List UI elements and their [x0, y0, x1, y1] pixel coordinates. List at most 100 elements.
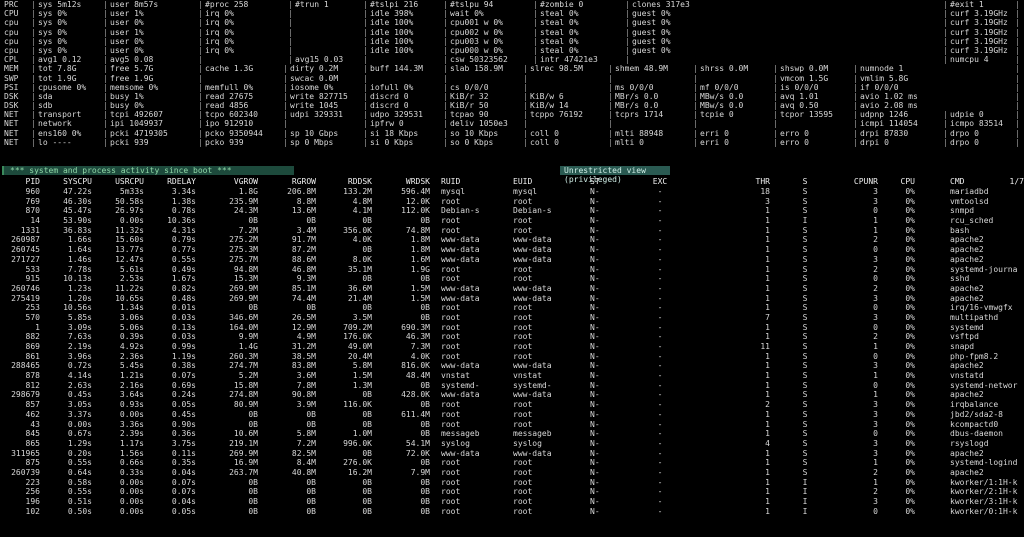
column-separator: | [1015, 73, 1020, 83]
process-row[interactable]: 260746 1.23s 11.22s 0.82s 269.9M 85.1M 36.6M 1.… [0, 284, 1024, 294]
process-cell: 298679 [11, 390, 40, 400]
process-cell: 0.38s [171, 361, 196, 371]
system-stat-row: DSK sdb | busy 0% | read 4856 | write 1045 | disc… [0, 101, 1024, 110]
column-separator: | [103, 137, 108, 147]
stat-field: ms 0/0/0 [615, 82, 654, 92]
stat-field: erri 0 [700, 137, 729, 147]
process-cell: S [802, 409, 808, 419]
process-cell: kworker/2:1H-k [950, 487, 1018, 497]
stat-field: user 0% [110, 18, 144, 28]
process-row[interactable]: 915 10.13s 2.53s 1.67s 15.3M 9.3M 0B 0B root root… [0, 274, 1024, 284]
process-row[interactable]: 812 2.63s 2.16s 0.69s 15.8M 7.8M 1.3M 0B systemd… [0, 381, 1024, 391]
process-row[interactable]: 260745 1.64s 13.77s 0.77s 275.3M 87.2M 0B 1.8M w… [0, 245, 1024, 255]
process-row[interactable]: 769 46.30s 50.58s 1.38s 235.9M 8.8M 4.8M 12.0K r… [0, 197, 1024, 207]
column-separator: | [853, 64, 858, 74]
stat-field: pcko 939 [205, 137, 244, 147]
process-row[interactable]: 196 0.51s 0.00s 0.04s 0B 0B 0B 0B root root N- - 1 I 3… [0, 497, 1024, 507]
process-cell: 1 [765, 206, 770, 216]
column-separator: | [608, 137, 613, 147]
process-cell: 1 [873, 477, 878, 487]
process-row[interactable]: 865 1.29s 1.17s 3.75s 219.1M 7.2M 996.0K 54.1M s… [0, 439, 1024, 449]
process-cell: apache2 [950, 390, 984, 400]
process-row[interactable]: 253 10.56s 1.34s 0.01s 0B 0B 0B 0B root root N- - 1 S… [0, 303, 1024, 313]
process-cell: 1 [765, 497, 770, 506]
process-cell: root [441, 322, 461, 332]
process-cell: 0% [905, 351, 915, 361]
column-separator: | [103, 119, 108, 129]
process-cell: 0B [362, 245, 372, 255]
process-cell: 3.9M [296, 400, 316, 410]
process-cell: 15.8M [233, 380, 258, 390]
process-cell: 2.53s [119, 274, 144, 284]
process-cell: 176.0K [343, 332, 372, 342]
process-cell: 3.37s [67, 409, 92, 419]
process-row[interactable]: 271727 1.46s 12.47s 0.55s 275.7M 88.6M 8.0K 1.6… [0, 255, 1024, 265]
column-separator: | [533, 27, 538, 37]
process-row[interactable]: 14 53.90s 0.00s 10.36s 0B 0B 0B 0B root root N- - 1 I… [0, 216, 1024, 226]
process-cell: 269.9M [229, 293, 258, 303]
stat-field: buff 144.3M [370, 64, 423, 74]
process-row[interactable]: 857 3.05s 0.93s 0.05s 80.9M 3.9M 116.0K 0B root r… [0, 400, 1024, 410]
process-row[interactable]: 878 4.14s 1.21s 0.07s 5.2M 3.6M 1.5M 48.4M vnsta… [0, 371, 1024, 381]
process-cell: 256 [25, 487, 40, 497]
column-separator: | [198, 137, 203, 147]
column-separator: | [31, 9, 36, 19]
stat-field: avg15 0.03 [295, 55, 344, 65]
process-cell: 812 [25, 380, 40, 390]
stat-field: icmpo 83514 [950, 119, 1003, 129]
process-cell: N- [590, 497, 600, 506]
process-cell: 1 [765, 274, 770, 284]
process-cell: N- [590, 371, 600, 381]
process-row[interactable]: 869 2.19s 4.92s 0.99s 1.4G 31.2M 49.0M 7.3M root… [0, 342, 1024, 352]
process-cell: apache2 [950, 293, 984, 303]
process-row[interactable]: 288465 0.72s 5.45s 0.38s 274.7M 83.8M 5.8M 816.… [0, 361, 1024, 371]
column-separator: | [31, 64, 36, 74]
column-separator: | [773, 73, 778, 83]
process-cell: S [802, 351, 808, 361]
process-row[interactable]: 1331 36.83s 11.32s 4.31s 7.2M 3.4M 356.0K 74.8M… [0, 226, 1024, 236]
column-separator: | [943, 45, 948, 55]
system-stat-row: MEM tot 7.8G | free 5.7G | cache 1.3G | dirty 0… [0, 64, 1024, 73]
stat-field: sys 0% [38, 18, 67, 28]
process-cell: kworker/0:1H-k [950, 506, 1018, 516]
process-cell: www-data [513, 390, 552, 400]
process-cell: systemd- [441, 380, 480, 390]
process-cell: 2 [873, 467, 878, 477]
process-row[interactable]: 462 3.37s 0.00s 0.45s 0B 0B 0B 611.4M root root N-… [0, 410, 1024, 420]
process-row[interactable]: 960 47.22s 5m33s 3.34s 1.8G 206.8M 133.2M 596.4… [0, 187, 1024, 197]
process-row[interactable]: 260739 0.64s 0.33s 0.04s 263.7M 40.8M 16.2M 7.9… [0, 468, 1024, 478]
process-row[interactable]: 533 7.78s 5.61s 0.49s 94.8M 46.8M 35.1M 1.9G roo… [0, 265, 1024, 275]
process-row[interactable]: 861 3.96s 2.36s 1.19s 260.3M 38.5M 20.4M 4.0K ro… [0, 352, 1024, 362]
process-cell: irq/16-vmwgfx [950, 303, 1013, 313]
process-cell: 112.0K [401, 206, 430, 216]
column-separator: | [608, 64, 613, 74]
process-row[interactable]: 1 3.09s 5.06s 0.13s 164.0M 12.9M 709.2M 690.3M r… [0, 323, 1024, 333]
process-row[interactable]: 102 0.50s 0.00s 0.05s 0B 0B 0B 0B root root N- - 1 I 0… [0, 507, 1024, 517]
process-row[interactable]: 845 0.67s 2.39s 0.36s 10.6M 5.8M 1.0M 0B message… [0, 429, 1024, 439]
process-cell: - [657, 506, 663, 516]
process-row[interactable]: 875 0.55s 0.66s 0.35s 16.9M 8.4M 276.0K 0B root r… [0, 458, 1024, 468]
process-cell: 1 [765, 371, 770, 381]
process-row[interactable]: 256 0.55s 0.00s 0.07s 0B 0B 0B 0B root root N- - 1 I 2… [0, 487, 1024, 497]
process-row[interactable]: 275419 1.20s 10.65s 0.48s 269.9M 74.4M 21.4M 1.… [0, 294, 1024, 304]
process-cell: 0B [420, 312, 430, 322]
process-row[interactable]: 298679 0.45s 3.64s 0.24s 274.8M 90.8M 0B 428.0K… [0, 390, 1024, 400]
process-cell: 0 [873, 351, 878, 361]
column-separator: | [1015, 110, 1020, 120]
process-row[interactable]: 260987 1.66s 15.60s 0.79s 275.2M 91.7M 4.0K 1.8… [0, 235, 1024, 245]
column-separator: | [533, 36, 538, 46]
stat-field: guest 0% [632, 45, 671, 55]
process-row[interactable]: 882 7.63s 0.39s 0.03s 9.9M 4.9M 176.0K 46.3M roo… [0, 332, 1024, 342]
stat-field: steal 0% [540, 36, 579, 46]
column-separator: | [693, 73, 698, 83]
process-row[interactable]: 223 0.58s 0.00s 0.07s 0B 0B 0B 0B root root N- - 1 I 1… [0, 478, 1024, 488]
stat-field: avq 0.50 [780, 101, 819, 111]
process-cell: 1 [765, 380, 770, 390]
process-row[interactable]: 43 0.00s 3.36s 0.90s 0B 0B 0B 0B root root N- - 1 S 3 0… [0, 420, 1024, 430]
column-header: WRDSK [405, 177, 430, 186]
process-row[interactable]: 311965 0.20s 1.56s 0.11s 269.9M 82.5M 0B 72.0K w… [0, 449, 1024, 459]
column-separator: | [288, 36, 293, 46]
process-cell: S [802, 429, 808, 439]
process-row[interactable]: 570 5.85s 3.06s 0.03s 346.6M 26.5M 3.5M 0B root r… [0, 313, 1024, 323]
process-row[interactable]: 870 45.47s 26.97s 0.78s 24.3M 13.6M 4.1M 112.0K… [0, 206, 1024, 216]
